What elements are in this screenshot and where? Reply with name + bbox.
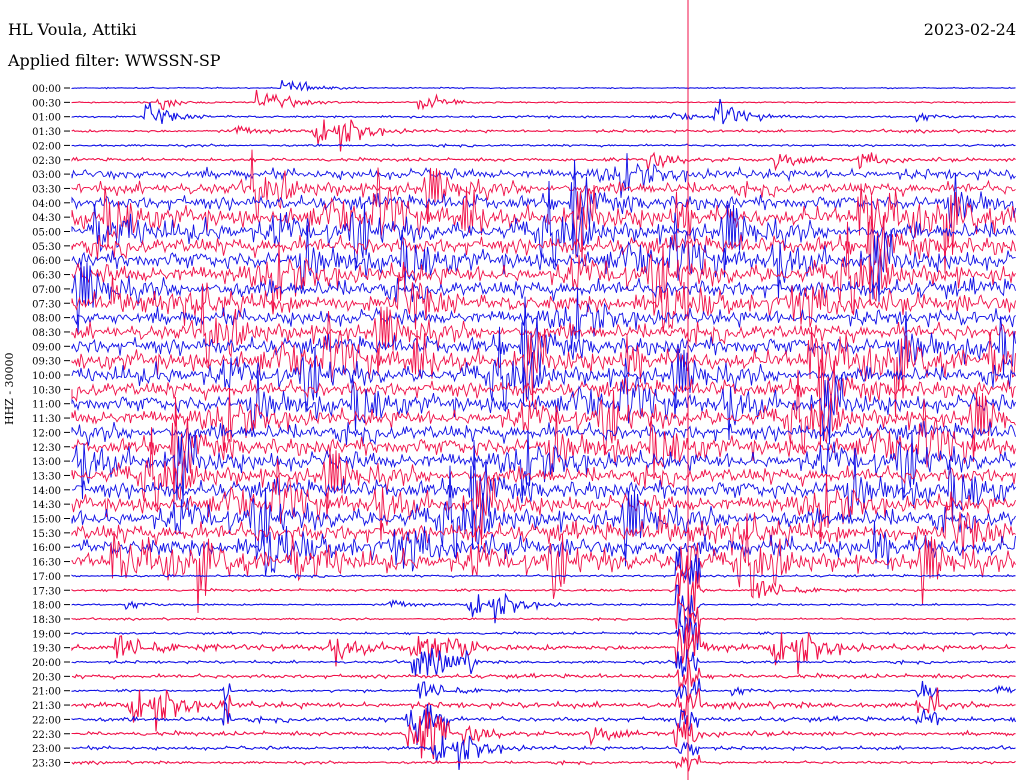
row-time-label: 01:00 xyxy=(32,113,61,124)
row-time-label: 10:30 xyxy=(32,385,61,396)
row-time-label: 18:30 xyxy=(32,615,61,626)
row-time-label: 14:00 xyxy=(32,486,61,497)
row-time-label: 00:30 xyxy=(32,98,61,109)
trace-0830 xyxy=(71,283,1016,376)
row-time-label: 13:00 xyxy=(32,457,61,468)
trace-1030 xyxy=(71,341,1016,447)
row-time-label: 03:00 xyxy=(32,170,61,181)
row-time-label: 09:30 xyxy=(32,357,61,368)
row-time-label: 22:30 xyxy=(32,730,61,741)
trace-0000 xyxy=(71,79,1016,92)
row-time-label: 08:30 xyxy=(32,328,61,339)
trace-1300 xyxy=(71,429,1016,504)
row-time-label: 21:30 xyxy=(32,701,61,712)
row-time-label: 16:30 xyxy=(32,558,61,569)
row-time-label: 12:00 xyxy=(32,428,61,439)
row-time-label: 12:30 xyxy=(32,443,61,454)
row-time-label: 22:00 xyxy=(32,715,61,726)
row-time-label: 06:30 xyxy=(32,271,61,282)
trace-2330 xyxy=(71,754,1016,772)
trace-1200 xyxy=(71,421,1016,446)
row-time-label: 17:00 xyxy=(32,572,61,583)
row-time-label: 19:30 xyxy=(32,644,61,655)
row-time-label: 16:00 xyxy=(32,543,61,554)
row-time-label: 05:30 xyxy=(32,242,61,253)
row-time-label: 04:30 xyxy=(32,213,61,224)
row-time-label: 10:00 xyxy=(32,371,61,382)
row-time-label: 23:00 xyxy=(32,744,61,755)
row-time-label: 14:30 xyxy=(32,500,61,511)
row-time-label: 01:30 xyxy=(32,127,61,138)
row-time-label: 02:00 xyxy=(32,141,61,152)
row-time-label: 05:00 xyxy=(32,228,61,239)
trace-1830 xyxy=(71,593,1016,647)
row-time-label: 15:30 xyxy=(32,529,61,540)
row-time-label: 02:30 xyxy=(32,156,61,167)
trace-1730 xyxy=(71,555,1016,627)
trace-2230 xyxy=(71,707,1016,760)
row-time-label: 07:00 xyxy=(32,285,61,296)
row-time-label: 19:00 xyxy=(32,629,61,640)
trace-2300 xyxy=(71,735,1016,770)
row-time-label: 11:00 xyxy=(32,400,61,411)
row-time-label: 21:00 xyxy=(32,687,61,698)
trace-0030 xyxy=(71,89,1016,111)
trace-2200 xyxy=(71,700,1017,745)
row-time-label: 09:00 xyxy=(32,342,61,353)
trace-2000 xyxy=(71,647,1016,677)
row-time-label: 07:30 xyxy=(32,299,61,310)
trace-2100 xyxy=(71,678,1016,702)
row-time-label: 20:00 xyxy=(32,658,61,669)
row-time-label: 15:00 xyxy=(32,515,61,526)
row-time-label: 11:30 xyxy=(32,414,61,425)
trace-1500 xyxy=(71,465,1016,567)
trace-1900 xyxy=(71,615,1016,651)
row-time-label: 08:00 xyxy=(32,314,61,325)
row-time-label: 23:30 xyxy=(32,758,61,769)
row-time-label: 06:00 xyxy=(32,256,61,267)
row-time-label: 00:00 xyxy=(32,84,61,95)
row-time-label: 18:00 xyxy=(32,601,61,612)
row-time-label: 03:30 xyxy=(32,184,61,195)
trace-0200 xyxy=(71,143,1016,149)
seismogram-plot: 00:00 00:30 01:00 01:30 02:00 02:30 03:00 03:30… xyxy=(32,0,1017,780)
trace-2130 xyxy=(71,687,1016,732)
row-time-label: 20:30 xyxy=(32,672,61,683)
trace-0230 xyxy=(71,151,1016,172)
row-time-label: 04:00 xyxy=(32,199,61,210)
row-time-label: 13:30 xyxy=(32,471,61,482)
row-time-label: 17:30 xyxy=(32,586,61,597)
trace-1800 xyxy=(71,584,1016,624)
